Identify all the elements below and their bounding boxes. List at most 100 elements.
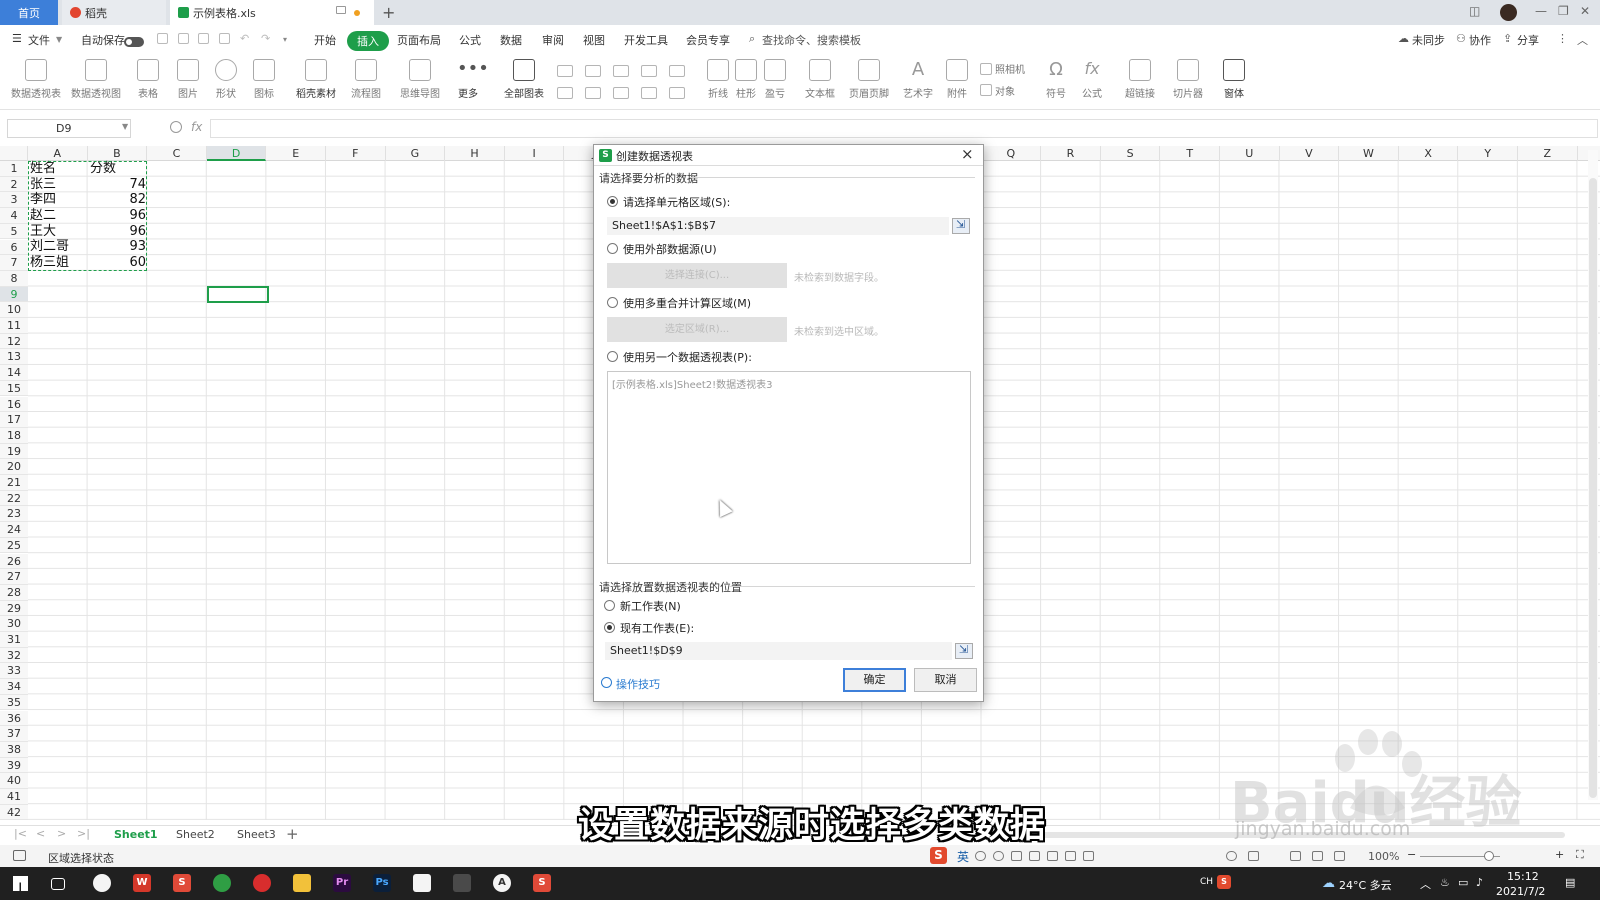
row-header-15[interactable]: 15 (0, 380, 28, 397)
row-header-21[interactable]: 21 (0, 475, 28, 491)
a-app-icon[interactable]: A (493, 874, 511, 892)
column-header-x[interactable]: X (1399, 146, 1459, 161)
row-header-35[interactable]: 35 (0, 694, 28, 711)
icons-button[interactable]: 图标 (248, 59, 280, 100)
dialog-title-bar[interactable]: S 创建数据透视表 × (594, 145, 983, 166)
all-charts-button[interactable]: 全部图表 (500, 59, 548, 100)
row-header-22[interactable]: 22 (0, 490, 28, 507)
normal-view-icon[interactable] (1290, 851, 1301, 861)
column-header-s[interactable]: S (1101, 146, 1161, 161)
photoshop-icon[interactable]: Ps (373, 874, 391, 892)
row-header-28[interactable]: 28 (0, 584, 28, 601)
row-header-19[interactable]: 19 (0, 443, 28, 460)
row-header-8[interactable]: 8 (0, 270, 28, 287)
premiere-icon[interactable]: Pr (333, 874, 351, 892)
clock-time[interactable]: 15:12 (1507, 870, 1539, 883)
add-sheet-button[interactable]: + (286, 825, 299, 843)
name-box-dropdown-icon[interactable]: ▼ (122, 122, 128, 131)
row-header-24[interactable]: 24 (0, 522, 28, 538)
header-footer-button[interactable]: 页眉页脚 (846, 59, 892, 100)
row-header-5[interactable]: 5 (0, 223, 28, 240)
zoom-in-icon[interactable]: + (1555, 848, 1566, 861)
row-header-40[interactable]: 40 (0, 773, 28, 789)
scatter-chart-icon[interactable] (641, 87, 657, 99)
attachment-button[interactable]: 附件 (944, 59, 970, 100)
emoji-icon[interactable] (993, 851, 1004, 861)
column-header-r[interactable]: R (1041, 146, 1101, 161)
fullscreen-icon[interactable]: ⛶ (1576, 848, 1587, 861)
monitor-icon[interactable] (336, 6, 346, 14)
collaborate-button[interactable]: 协作 (1469, 32, 1491, 48)
choose-connection-button[interactable]: 选择连接(C)... (607, 263, 787, 288)
radio-new-worksheet[interactable] (604, 600, 615, 611)
table-button[interactable]: 表格 (134, 59, 162, 100)
customize-icon[interactable]: ▾ (283, 35, 287, 44)
sheet-tab-sheet2[interactable]: Sheet2 (176, 828, 215, 841)
punctuation-icon[interactable] (975, 851, 986, 861)
wps-spreadsheet-app-icon[interactable]: S (173, 874, 191, 892)
tray-sogou-icon[interactable]: S (1217, 875, 1231, 889)
column-header-i[interactable]: I (505, 146, 565, 161)
row-header-25[interactable]: 25 (0, 537, 28, 554)
pivot-table-button[interactable]: 数据透视表 (8, 59, 64, 100)
menu-data[interactable]: 数据 (500, 32, 522, 48)
weather-text[interactable]: 24°C 多云 (1339, 877, 1392, 893)
row-header-11[interactable]: 11 (0, 318, 28, 334)
bar-chart-small-icon[interactable] (585, 65, 601, 77)
row-header-4[interactable]: 4 (0, 208, 28, 224)
user-center-icon[interactable] (1047, 851, 1058, 861)
radio-external-source[interactable] (607, 243, 618, 254)
source-range-input[interactable]: Sheet1!$A$1:$B$7 (607, 217, 949, 235)
tab-daoke[interactable]: 稻壳 (62, 0, 166, 25)
column-header-d[interactable]: D (206, 146, 267, 161)
chrome-icon[interactable] (213, 874, 231, 892)
row-header-16[interactable]: 16 (0, 396, 28, 413)
column-header-b[interactable]: B (88, 146, 148, 161)
pivot-chart-button[interactable]: 数据透视图 (68, 59, 124, 100)
radio-multiple-ranges-label[interactable]: 使用多重合并计算区域(M) (623, 295, 751, 311)
column-header-y[interactable]: Y (1458, 146, 1518, 161)
column-header-e[interactable]: E (266, 146, 326, 161)
zoom-out-icon[interactable]: − (1407, 848, 1418, 861)
sheet-tab-sheet3[interactable]: Sheet3 (237, 828, 276, 841)
print-icon[interactable] (198, 33, 209, 44)
network-icon[interactable]: ▭ (1458, 876, 1468, 889)
radio-existing-worksheet[interactable] (604, 622, 615, 633)
save-icon[interactable] (157, 33, 168, 44)
row-header-34[interactable]: 34 (0, 679, 28, 695)
formula-input[interactable] (210, 119, 1598, 138)
row-header-6[interactable]: 6 (0, 239, 28, 256)
page-layout-view-icon[interactable] (1312, 851, 1323, 861)
radio-existing-worksheet-label[interactable]: 现有工作表(E): (620, 620, 694, 636)
stock-chart-icon[interactable] (669, 65, 685, 77)
source-range-picker-icon[interactable] (952, 218, 970, 234)
menu-review[interactable]: 审阅 (542, 32, 564, 48)
tray-language[interactable]: CH (1200, 877, 1213, 887)
name-box[interactable]: D9 (7, 119, 131, 138)
export-icon[interactable] (178, 33, 189, 44)
destination-input[interactable]: Sheet1!$D$9 (605, 642, 952, 660)
menu-view[interactable]: 视图 (583, 32, 605, 48)
wps-app-icon[interactable]: W (133, 874, 151, 892)
layout-icon[interactable]: ◫ (1469, 4, 1480, 18)
macro-record-icon[interactable] (13, 850, 26, 861)
menu-developer[interactable]: 开发工具 (624, 32, 668, 48)
camera-button[interactable]: 照相机 (995, 61, 1025, 76)
sogou-ime-icon[interactable]: S (930, 847, 947, 864)
row-header-42[interactable]: 42 (0, 804, 28, 820)
next-sheet-icon[interactable]: > (57, 827, 66, 840)
pivot-table-list[interactable]: [示例表格.xls]Sheet2!数据透视表3 (607, 371, 971, 564)
autosave-toggle[interactable] (124, 35, 144, 48)
column-header-c[interactable]: C (147, 146, 207, 161)
row-header-3[interactable]: 3 (0, 192, 28, 209)
menu-member[interactable]: 会员专享 (686, 32, 730, 48)
column-header-f[interactable]: F (326, 146, 386, 161)
row-header-26[interactable]: 26 (0, 553, 28, 570)
row-header-41[interactable]: 41 (0, 789, 28, 805)
page-break-view-icon[interactable] (1334, 851, 1345, 861)
radio-cell-range-label[interactable]: 请选择单元格区域(S): (623, 194, 730, 210)
notification-icon[interactable]: ▤ (1565, 876, 1575, 889)
symbol-button[interactable]: Ω 符号 (1040, 59, 1072, 100)
menu-insert[interactable]: 插入 (347, 31, 389, 51)
combo-chart-icon[interactable] (585, 87, 601, 99)
